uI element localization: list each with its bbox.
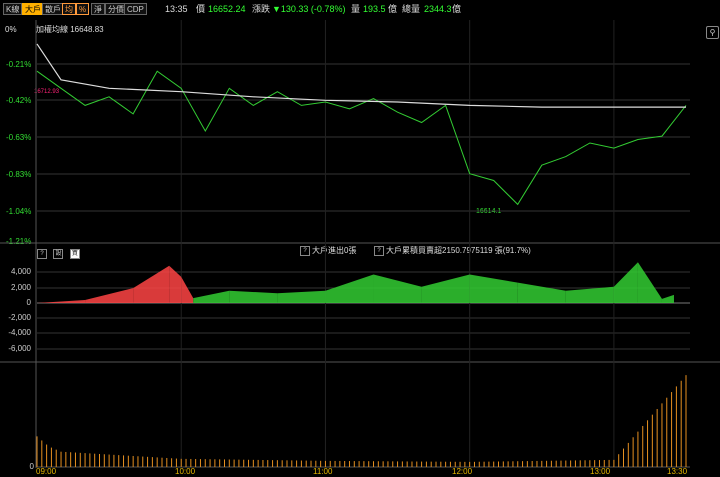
flow-segment-8 bbox=[325, 274, 374, 303]
flow-segment-9 bbox=[373, 274, 422, 303]
flow-segment-15 bbox=[637, 262, 662, 303]
price-line bbox=[36, 70, 687, 206]
flow-segment-2 bbox=[133, 265, 170, 303]
flow-segment-10 bbox=[421, 274, 470, 303]
flow-segment-16 bbox=[661, 294, 674, 303]
flow-segment-12 bbox=[517, 282, 566, 303]
flow-segment-3 bbox=[169, 265, 182, 303]
flow-segment-6 bbox=[229, 290, 278, 303]
flow-segment-14 bbox=[613, 262, 638, 303]
flow-segment-13 bbox=[565, 286, 614, 303]
flow-segment-4 bbox=[181, 276, 194, 303]
flow-segment-5 bbox=[193, 290, 230, 303]
flow-segment-0 bbox=[37, 300, 86, 303]
average-line bbox=[36, 43, 686, 108]
flow-segment-1 bbox=[85, 288, 134, 303]
chart-canvas bbox=[0, 20, 720, 468]
flow-segment-7 bbox=[277, 290, 326, 303]
flow-segment-11 bbox=[469, 274, 518, 303]
